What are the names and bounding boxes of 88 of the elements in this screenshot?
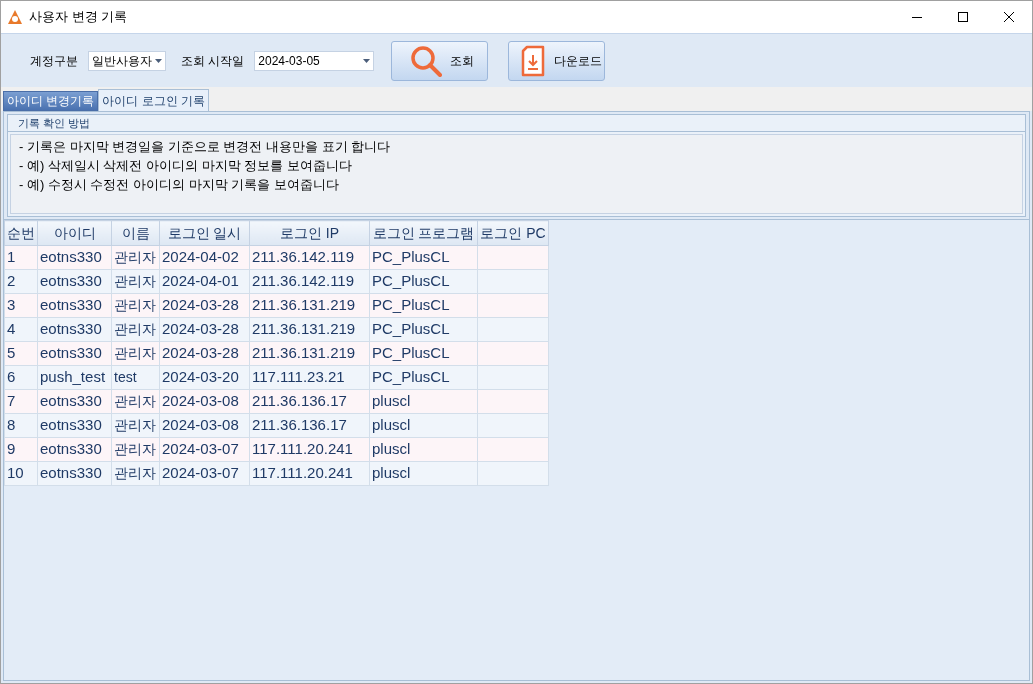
table-cell: pluscl — [369, 413, 478, 438]
column-header[interactable]: 로그인 일시 — [159, 220, 250, 246]
table-cell: 8 — [4, 413, 38, 438]
close-icon — [1004, 12, 1014, 22]
table-cell: 4 — [4, 317, 38, 342]
app-logo-icon — [7, 9, 23, 25]
table-cell: 2024-03-08 — [159, 413, 250, 438]
table-cell: 2024-03-28 — [159, 293, 250, 318]
tab[interactable]: 아이디 로그인 기록 — [98, 89, 209, 111]
caret-icon — [155, 58, 162, 63]
account-type-dropdown[interactable]: 일반사용자 — [88, 50, 166, 71]
table-cell: PC_PlusCL — [369, 341, 478, 366]
table-cell: 관리자 — [111, 245, 160, 270]
table-cell: 117.111.20.241 — [249, 461, 370, 486]
table-cell: 211.36.131.219 — [249, 341, 370, 366]
table-cell: eotns330 — [37, 413, 112, 438]
minimize-icon — [912, 16, 922, 18]
table-cell: eotns330 — [37, 269, 112, 294]
account-type-label: 계정구분 — [30, 52, 78, 70]
start-date-label: 조회 시작일 — [181, 52, 245, 70]
table-cell: 관리자 — [111, 413, 160, 438]
table-cell: 관리자 — [111, 317, 160, 342]
table-cell: 3 — [4, 293, 38, 318]
table-cell: 2024-04-01 — [159, 269, 250, 294]
table-cell: test — [111, 365, 160, 390]
table-cell: 관리자 — [111, 437, 160, 462]
table-cell: 211.36.136.17 — [249, 413, 370, 438]
start-date-field[interactable]: 2024-03-05 — [254, 50, 375, 71]
info-text-line: - 기록은 마지막 변경일을 기준으로 변경전 내용만을 표기 합니다 — [19, 138, 392, 156]
table-cell: eotns330 — [37, 437, 112, 462]
column-header[interactable]: 로그인 IP — [249, 220, 370, 246]
column-header[interactable]: 순번 — [4, 220, 38, 246]
table-cell: 5 — [4, 341, 38, 366]
table-cell: 1 — [4, 245, 38, 270]
info-panel-title: 기록 확인 방법 — [18, 115, 91, 131]
tab[interactable]: 아이디 변경기록 — [3, 91, 99, 111]
table-cell: eotns330 — [37, 317, 112, 342]
window-title: 사용자 변경 기록 — [29, 8, 128, 27]
table-cell: 2024-03-20 — [159, 365, 250, 390]
table-cell: 2024-03-07 — [159, 461, 250, 486]
search-icon — [410, 44, 443, 77]
table-cell: eotns330 — [37, 389, 112, 414]
table-cell: 7 — [4, 389, 38, 414]
table-cell: pluscl — [369, 437, 478, 462]
table-cell: 2024-03-28 — [159, 317, 250, 342]
table-cell: 10 — [4, 461, 38, 486]
download-document-icon — [521, 44, 546, 77]
table-cell: eotns330 — [37, 293, 112, 318]
table-cell: 2024-03-28 — [159, 341, 250, 366]
info-text-line: - 예) 삭제일시 삭제전 아이디의 마지막 정보를 보여줍니다 — [19, 157, 353, 175]
table-cell: 117.111.20.241 — [249, 437, 370, 462]
table-cell: 2024-04-02 — [159, 245, 250, 270]
table-cell: 관리자 — [111, 341, 160, 366]
table-cell: PC_PlusCL — [369, 269, 478, 294]
column-header[interactable]: 로그인 PC — [477, 220, 549, 246]
table-cell: 2 — [4, 269, 38, 294]
maximize-icon — [958, 12, 968, 22]
column-header[interactable]: 이름 — [111, 220, 160, 246]
table-cell: 211.36.142.119 — [249, 245, 370, 270]
table-cell: eotns330 — [37, 245, 112, 270]
table-cell: 211.36.131.219 — [249, 317, 370, 342]
table-cell: eotns330 — [37, 461, 112, 486]
table-cell: PC_PlusCL — [369, 293, 478, 318]
table-cell: 117.111.23.21 — [249, 365, 370, 390]
table-cell: eotns330 — [37, 341, 112, 366]
table-cell: 관리자 — [111, 269, 160, 294]
table-cell: 9 — [4, 437, 38, 462]
table-cell: 211.36.131.219 — [249, 293, 370, 318]
table-cell: PC_PlusCL — [369, 317, 478, 342]
table-cell: 2024-03-07 — [159, 437, 250, 462]
table-cell: 211.36.142.119 — [249, 269, 370, 294]
table-cell: push_test — [37, 365, 112, 390]
table-cell: 211.36.136.17 — [249, 389, 370, 414]
table-cell: 관리자 — [111, 293, 160, 318]
table-cell: pluscl — [369, 461, 478, 486]
table-cell: 관리자 — [111, 461, 160, 486]
table-cell: PC_PlusCL — [369, 245, 478, 270]
download-button[interactable]: 다운로드 — [508, 40, 606, 81]
table-cell: 6 — [4, 365, 38, 390]
search-button[interactable]: 조회 — [391, 40, 489, 81]
column-header[interactable]: 로그인 프로그램 — [369, 220, 478, 246]
table-cell: PC_PlusCL — [369, 365, 478, 390]
caret-icon — [363, 58, 371, 63]
table-cell: pluscl — [369, 389, 478, 414]
table-cell: 관리자 — [111, 389, 160, 414]
table-cell: 2024-03-08 — [159, 389, 250, 414]
column-header[interactable]: 아이디 — [37, 220, 112, 246]
info-text-line: - 예) 수정시 수정전 아이디의 마지막 기록을 보여줍니다 — [19, 176, 340, 194]
